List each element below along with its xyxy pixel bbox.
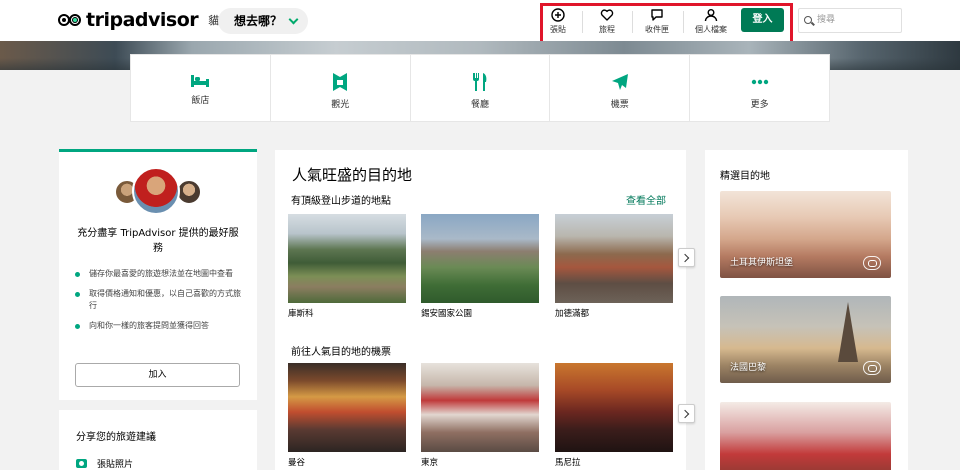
- destination-image: [421, 214, 539, 303]
- featured-card-istanbul[interactable]: 土耳其伊斯坦堡: [720, 191, 891, 278]
- category-hotels[interactable]: 飯店: [131, 55, 271, 121]
- destination-name: 曼谷: [288, 458, 306, 468]
- where-to-label: 想去哪？: [234, 14, 283, 28]
- avatar: [132, 167, 180, 215]
- promo-benefit: 向和你一樣的旅客提問並獲得回答: [73, 320, 248, 333]
- where-to-dropdown[interactable]: 想去哪？: [218, 8, 308, 34]
- category-restaurants[interactable]: 餐廳: [411, 55, 551, 121]
- category-attractions-label: 觀光: [331, 100, 350, 110]
- promo-benefits-list: 儲存你最喜愛的旅遊想法並在地圖中查看 取得價格通知和優惠，以自己喜歡的方式旅行 …: [73, 268, 248, 339]
- owl-logo-icon: [58, 12, 82, 28]
- nav-profile[interactable]: 個人檔案: [689, 8, 733, 35]
- category-flights-label: 機票: [610, 100, 629, 110]
- destination-image: [288, 363, 406, 452]
- carousel-next-button[interactable]: [678, 404, 695, 423]
- nav-divider: [582, 11, 583, 33]
- destination-name: 庫斯科: [288, 309, 314, 319]
- nav-divider: [683, 11, 684, 33]
- more-dots-icon: [751, 79, 768, 85]
- destination-card-cusco[interactable]: 庫斯科: [288, 214, 406, 319]
- category-hotels-label: 飯店: [191, 96, 210, 106]
- category-more-label: 更多: [750, 100, 769, 110]
- promo-benefit: 儲存你最喜愛的旅遊想法並在地圖中查看: [73, 268, 248, 281]
- category-attractions[interactable]: 觀光: [271, 55, 411, 121]
- fork-knife-icon: [472, 73, 487, 91]
- travelers-choice-badge-icon: [863, 256, 881, 270]
- join-button[interactable]: 加入: [75, 363, 240, 387]
- heart-icon: [600, 9, 614, 21]
- popular-title: 人氣旺盛的目的地: [292, 166, 413, 184]
- traveler-avatars: [114, 167, 204, 215]
- featured-destinations-panel: 精選目的地 土耳其伊斯坦堡 法國巴黎: [705, 150, 908, 470]
- camera-icon: [76, 459, 87, 468]
- featured-card-label: 土耳其伊斯坦堡: [730, 258, 794, 268]
- destination-name: 馬尼拉: [555, 458, 581, 468]
- destination-name: 加德滿都: [555, 309, 590, 319]
- carousel-next-button[interactable]: [678, 248, 695, 267]
- destination-name: 東京: [421, 458, 439, 468]
- plus-circle-icon: [551, 8, 565, 22]
- promo-benefit: 取得價格通知和優惠，以自己喜歡的方式旅行: [73, 288, 248, 313]
- category-flights[interactable]: 機票: [550, 55, 691, 121]
- top-header: tripadvisor 貓途鷹 想去哪？ 張貼 旅程 收件匣 個人檔案 登入: [0, 0, 960, 50]
- eiffel-tower-shape: [838, 302, 858, 362]
- category-restaurants-label: 餐廳: [470, 100, 489, 110]
- logo-text: tripadvisor: [86, 9, 199, 31]
- destination-image: [288, 214, 406, 303]
- destination-card-bangkok[interactable]: 曼谷: [288, 363, 406, 468]
- featured-card-paris[interactable]: 法國巴黎: [720, 296, 891, 383]
- see-all-link[interactable]: 查看全部: [626, 192, 666, 207]
- share-tips-panel: 分享您的旅遊建議 張貼照片: [59, 410, 257, 470]
- search-input[interactable]: 搜尋: [798, 8, 902, 33]
- post-photo-label: 張貼照片: [97, 460, 134, 470]
- destination-card-tokyo[interactable]: 東京: [421, 363, 539, 468]
- featured-title: 精選目的地: [720, 171, 770, 182]
- category-bar: 飯店 觀光 餐廳 機票 更多: [130, 54, 830, 122]
- nav-post-label: 張貼: [550, 25, 566, 34]
- nav-trips[interactable]: 旅程: [585, 8, 629, 35]
- nav-post[interactable]: 張貼: [536, 8, 580, 35]
- destination-card-kathmandu[interactable]: 加德滿都: [555, 214, 673, 319]
- login-button[interactable]: 登入: [741, 8, 784, 32]
- post-photo-link[interactable]: 張貼照片: [76, 457, 133, 470]
- destination-image: [555, 214, 673, 303]
- share-title: 分享您的旅遊建議: [76, 432, 156, 443]
- nav-divider: [632, 11, 633, 33]
- chat-icon: [651, 9, 663, 21]
- bed-icon: [191, 75, 210, 87]
- featured-card-third[interactable]: [720, 402, 891, 470]
- signup-promo-panel: 充分盡享 TripAdvisor 提供的最好服務 儲存你最喜愛的旅遊想法並在地圖…: [59, 149, 257, 400]
- destination-image: [555, 363, 673, 452]
- search-placeholder: 搜尋: [817, 15, 836, 25]
- destination-card-manila[interactable]: 馬尼拉: [555, 363, 673, 468]
- chevron-down-icon: [288, 14, 299, 25]
- landmark-icon: [333, 73, 348, 91]
- category-more[interactable]: 更多: [690, 55, 829, 121]
- destination-name: 錫安國家公園: [421, 309, 473, 319]
- nav-profile-label: 個人檔案: [695, 25, 727, 34]
- plane-icon: [611, 74, 628, 90]
- nav-inbox[interactable]: 收件匣: [635, 8, 679, 35]
- nav-inbox-label: 收件匣: [645, 25, 669, 34]
- nav-trips-label: 旅程: [599, 25, 615, 34]
- featured-card-label: 法國巴黎: [730, 363, 767, 373]
- promo-title: 充分盡享 TripAdvisor 提供的最好服務: [77, 228, 239, 254]
- search-icon: [804, 16, 812, 24]
- destination-card-zion[interactable]: 錫安國家公園: [421, 214, 539, 319]
- destination-image: [421, 363, 539, 452]
- user-icon: [704, 9, 718, 22]
- tripadvisor-logo[interactable]: tripadvisor 貓途鷹: [58, 9, 241, 31]
- hiking-section-title: 有頂級登山步道的地點: [291, 196, 391, 207]
- travelers-choice-badge-icon: [863, 361, 881, 375]
- popular-destinations-panel: 人氣旺盛的目的地 有頂級登山步道的地點 查看全部 庫斯科 錫安國家公園 加德滿都…: [275, 150, 695, 470]
- flights-section-title: 前往人氣目的地的機票: [291, 347, 391, 358]
